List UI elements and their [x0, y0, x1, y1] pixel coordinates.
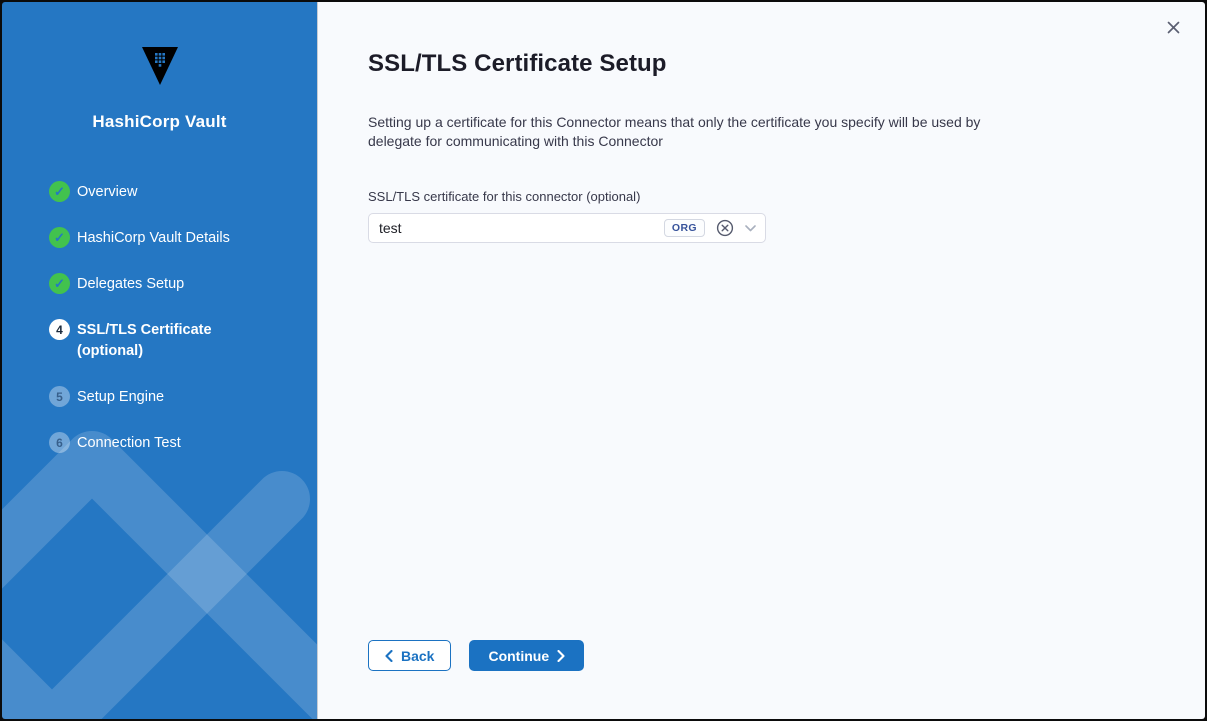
- chevron-right-icon: [557, 650, 565, 662]
- step-label: Connection Test: [77, 432, 181, 454]
- wizard-step-item[interactable]: 4 SSL/TLS Certificate (optional): [49, 319, 317, 362]
- chevron-left-icon: [385, 650, 393, 662]
- continue-button[interactable]: Continue: [469, 640, 584, 671]
- step-status-icon: ✓: [49, 227, 70, 248]
- page-title: SSL/TLS Certificate Setup: [368, 50, 1145, 78]
- certificate-field: SSL/TLS certificate for this connector (…: [368, 189, 1145, 243]
- wizard-step-item[interactable]: ✓ Delegates Setup: [49, 273, 317, 295]
- wizard-step-item[interactable]: ✓ HashiCorp Vault Details: [49, 227, 317, 249]
- certificate-input-container: ORG: [368, 213, 766, 243]
- page-description: Setting up a certificate for this Connec…: [368, 113, 1008, 150]
- clear-selection-icon[interactable]: [716, 219, 734, 237]
- step-label: Delegates Setup: [77, 273, 184, 295]
- step-label: HashiCorp Vault Details: [77, 227, 230, 249]
- step-label: SSL/TLS Certificate (optional): [77, 319, 252, 362]
- wizard-step-item[interactable]: 5 Setup Engine: [49, 386, 317, 408]
- wizard-step-item[interactable]: 6 Connection Test: [49, 432, 317, 454]
- wizard-footer: Back Continue: [368, 640, 584, 671]
- continue-button-label: Continue: [488, 648, 549, 664]
- back-button[interactable]: Back: [368, 640, 451, 671]
- back-button-label: Back: [401, 648, 434, 664]
- connector-setup-dialog: HashiCorp Vault ✓ Overview ✓ HashiCorp V…: [2, 2, 1205, 719]
- wizard-step-item[interactable]: ✓ Overview: [49, 181, 317, 203]
- wizard-steps: ✓ Overview ✓ HashiCorp Vault Details ✓ D…: [2, 181, 317, 454]
- sidebar-title: HashiCorp Vault: [2, 112, 317, 132]
- step-status-icon: 5: [49, 386, 70, 407]
- step-status-icon: 6: [49, 432, 70, 453]
- scope-badge[interactable]: ORG: [664, 219, 705, 237]
- wizard-content: SSL/TLS Certificate Setup Setting up a c…: [318, 2, 1205, 719]
- step-label: Overview: [77, 181, 137, 203]
- wizard-sidebar: HashiCorp Vault ✓ Overview ✓ HashiCorp V…: [2, 2, 318, 719]
- step-status-icon: ✓: [49, 181, 70, 202]
- chevron-down-icon[interactable]: [745, 225, 756, 232]
- step-label: Setup Engine: [77, 386, 164, 408]
- close-icon[interactable]: [1162, 16, 1184, 38]
- step-status-icon: ✓: [49, 273, 70, 294]
- step-status-icon: 4: [49, 319, 70, 340]
- certificate-field-label: SSL/TLS certificate for this connector (…: [368, 189, 1145, 204]
- hashicorp-vault-logo-icon: [2, 47, 317, 85]
- certificate-input[interactable]: [379, 220, 664, 236]
